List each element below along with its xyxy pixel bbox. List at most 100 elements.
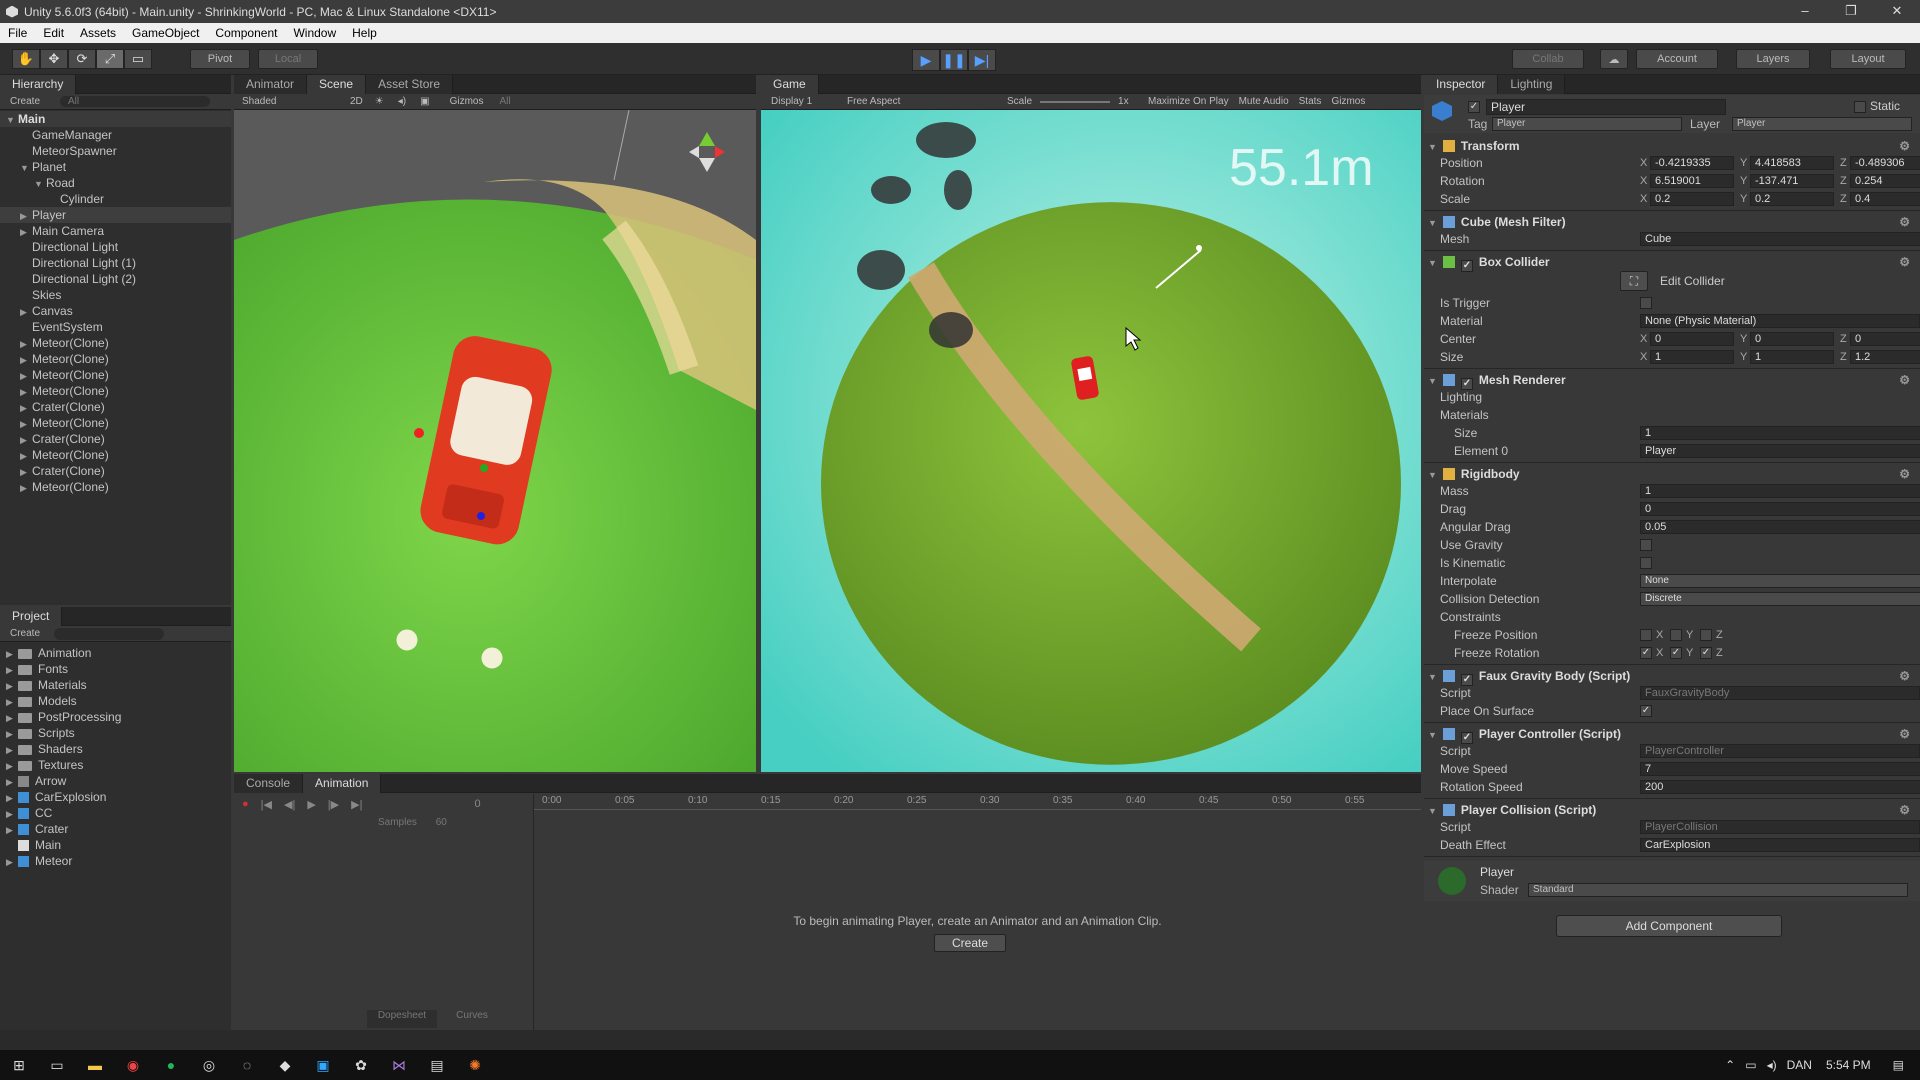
hierarchy-item[interactable]: ▶ Meteor(Clone) xyxy=(0,351,231,367)
hierarchy-item[interactable]: ▶ Meteor(Clone) xyxy=(0,383,231,399)
hierarchy-item[interactable]: ▶ Meteor(Clone) xyxy=(0,447,231,463)
play-button[interactable]: ▶ xyxy=(912,49,940,71)
minimize-button[interactable]: – xyxy=(1782,0,1828,23)
box-collider-header[interactable]: ▼ ✓ Box Collider ⚙ xyxy=(1428,253,1910,272)
visual-studio-icon[interactable]: ⋈ xyxy=(380,1050,418,1080)
active-checkbox[interactable]: ✓ xyxy=(1468,101,1480,113)
expand-arrow-icon[interactable]: ▶ xyxy=(6,710,18,726)
is-trigger-checkbox[interactable] xyxy=(1640,297,1652,309)
tag-dropdown[interactable]: Player xyxy=(1492,117,1682,131)
expand-arrow-icon[interactable]: ▶ xyxy=(20,416,32,432)
expand-arrow-icon[interactable]: ▶ xyxy=(6,662,18,678)
frame-field[interactable]: 0 xyxy=(474,798,480,811)
menu-file[interactable]: File xyxy=(0,26,35,40)
freeze-rotation-x-checkbox[interactable]: ✓ xyxy=(1640,647,1652,659)
move-speed-field[interactable]: 7 xyxy=(1640,762,1920,776)
game-gizmos-dropdown[interactable]: Gizmos xyxy=(1331,96,1365,107)
static-checkbox[interactable] xyxy=(1854,101,1866,113)
photoshop-icon[interactable]: ▣ xyxy=(304,1050,342,1080)
tab-console[interactable]: Console xyxy=(234,774,304,793)
tab-game[interactable]: Game xyxy=(761,75,819,94)
position-z-field[interactable]: -0.489306 xyxy=(1850,156,1920,170)
layout-dropdown[interactable]: Layout xyxy=(1830,49,1906,69)
position-y-field[interactable]: 4.418583 xyxy=(1750,156,1834,170)
scale-x-field[interactable]: 0.2 xyxy=(1650,192,1734,206)
settings-gear-icon[interactable]: ⚙ xyxy=(1899,667,1910,685)
expand-arrow-icon[interactable]: ▶ xyxy=(20,432,32,448)
project-search-input[interactable] xyxy=(54,627,165,640)
project-folder[interactable]: ▶ Shaders xyxy=(0,741,231,757)
rotation-x-field[interactable]: 6.519001 xyxy=(1650,174,1734,188)
tab-animation[interactable]: Animation xyxy=(303,774,382,793)
notifications-icon[interactable]: ▤ xyxy=(1893,1058,1904,1072)
expand-arrow-icon[interactable]: ▶ xyxy=(6,646,18,662)
hierarchy-item[interactable]: Directional Light xyxy=(0,239,231,255)
scale-y-field[interactable]: 0.2 xyxy=(1750,192,1834,206)
menu-component[interactable]: Component xyxy=(207,26,285,40)
hierarchy-item[interactable]: ▶ Meteor(Clone) xyxy=(0,479,231,495)
lighting-toggle-icon[interactable]: ☀ xyxy=(375,96,384,107)
expand-arrow-icon[interactable]: ▶ xyxy=(6,742,18,758)
expand-arrow-icon[interactable]: ▶ xyxy=(20,400,32,416)
mesh-filter-header[interactable]: ▼ Cube (Mesh Filter) ⚙ xyxy=(1428,213,1910,231)
shader-dropdown[interactable]: Standard xyxy=(1528,883,1908,897)
fold-arrow-icon[interactable]: ▼ xyxy=(1428,806,1437,816)
game-viewport[interactable]: 55.1m xyxy=(761,110,1421,772)
pcol-script-field[interactable]: PlayerCollision xyxy=(1640,820,1920,834)
hierarchy-item[interactable]: ▶ Meteor(Clone) xyxy=(0,335,231,351)
tab-animator[interactable]: Animator xyxy=(234,75,308,94)
hierarchy-item[interactable]: Skies xyxy=(0,287,231,303)
scene-viewport[interactable] xyxy=(234,110,756,772)
player-collision-script-header[interactable]: ▼ Player Collision (Script) ⚙ xyxy=(1428,801,1910,819)
cloud-icon[interactable]: ☁ xyxy=(1600,49,1628,69)
expand-arrow-icon[interactable]: ▶ xyxy=(6,678,18,694)
create-animation-button[interactable]: Create xyxy=(934,934,1006,952)
interpolate-dropdown[interactable]: None xyxy=(1640,574,1920,588)
scene-root[interactable]: ▼ Main xyxy=(0,111,231,127)
hierarchy-create-button[interactable]: Create xyxy=(0,96,40,107)
collab-button[interactable]: Collab xyxy=(1512,49,1584,69)
tray-chevron-icon[interactable]: ⌃ xyxy=(1725,1058,1735,1072)
expand-arrow-icon[interactable]: ▶ xyxy=(20,352,32,368)
rotation-z-field[interactable]: 0.254 xyxy=(1850,174,1920,188)
hierarchy-item[interactable]: ▶ Crater(Clone) xyxy=(0,431,231,447)
settings-gear-icon[interactable]: ⚙ xyxy=(1899,371,1910,389)
aspect-dropdown[interactable]: Free Aspect xyxy=(847,96,1007,107)
tab-scene[interactable]: Scene xyxy=(307,75,367,94)
add-component-button[interactable]: Add Component xyxy=(1556,915,1782,937)
tab-asset-store[interactable]: Asset Store xyxy=(366,75,454,94)
step-button[interactable]: ▶| xyxy=(968,49,996,71)
menu-gameobject[interactable]: GameObject xyxy=(124,26,207,40)
settings-gear-icon[interactable]: ⚙ xyxy=(1899,213,1910,231)
settings-gear-icon[interactable]: ⚙ xyxy=(1899,801,1910,819)
github-icon[interactable]: ◌ xyxy=(228,1050,266,1080)
pause-button[interactable]: ❚❚ xyxy=(940,49,968,71)
project-folder[interactable]: ▶ Models xyxy=(0,693,231,709)
layer-dropdown[interactable]: Player xyxy=(1732,117,1912,131)
expand-arrow-icon[interactable]: ▶ xyxy=(6,806,18,822)
tab-inspector[interactable]: Inspector xyxy=(1424,75,1499,94)
hierarchy-item[interactable]: ▶ Crater(Clone) xyxy=(0,463,231,479)
element-0-field[interactable]: Player xyxy=(1640,444,1920,458)
drag-field[interactable]: 0 xyxy=(1640,502,1920,516)
expand-arrow-icon[interactable]: ▶ xyxy=(20,368,32,384)
fold-arrow-icon[interactable]: ▼ xyxy=(1428,258,1437,268)
freeze-position-y-checkbox[interactable] xyxy=(1670,629,1682,641)
menu-edit[interactable]: Edit xyxy=(35,26,72,40)
curves-tab[interactable]: Curves xyxy=(437,1010,507,1028)
expand-arrow-icon[interactable]: ▶ xyxy=(6,726,18,742)
fold-arrow-icon[interactable]: ▼ xyxy=(1428,376,1437,386)
calculator-icon[interactable]: ▤ xyxy=(418,1050,456,1080)
physic-material-field[interactable]: None (Physic Material) xyxy=(1640,314,1920,328)
mass-field[interactable]: 1 xyxy=(1640,484,1920,498)
project-folder[interactable]: ▶ Fonts xyxy=(0,661,231,677)
last-key-button[interactable]: ▶| xyxy=(351,798,362,811)
expand-arrow-icon[interactable]: ▶ xyxy=(20,384,32,400)
rigidbody-header[interactable]: ▼ Rigidbody ⚙ xyxy=(1428,465,1910,483)
expand-arrow-icon[interactable]: ▼ xyxy=(20,160,32,176)
scale-slider[interactable] xyxy=(1040,100,1111,103)
project-create-button[interactable]: Create xyxy=(0,628,40,639)
app-icon[interactable]: ◎ xyxy=(190,1050,228,1080)
project-folder[interactable]: ▶ Materials xyxy=(0,677,231,693)
pivot-button[interactable]: Pivot xyxy=(190,49,250,69)
